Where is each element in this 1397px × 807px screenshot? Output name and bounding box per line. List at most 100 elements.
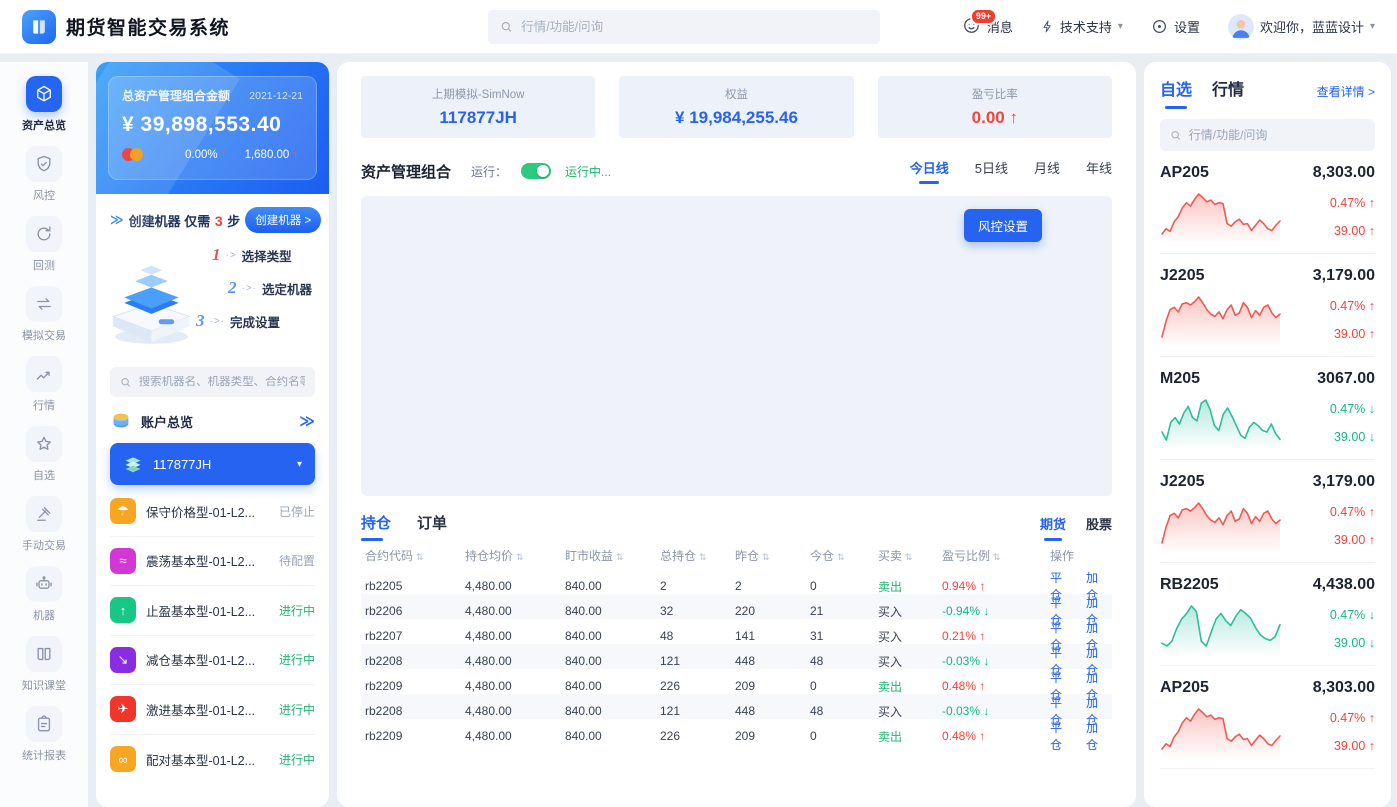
close-position-link[interactable]: 平仓	[1050, 719, 1072, 753]
sidebar-item-reports[interactable]: 统计报表	[22, 706, 66, 763]
column-header[interactable]: 操作⇅	[1050, 547, 1108, 564]
portfolio-area-chart: 12.0011.0010.009.008.007.006.005.0009:00…	[367, 198, 1106, 494]
run-toggle[interactable]	[521, 163, 551, 179]
robot-list-item[interactable]: ≈ 震荡基本型-01-L2... 待配置	[110, 537, 315, 587]
positions-tab[interactable]: 持仓	[361, 512, 391, 541]
message-count-badge: 99+	[970, 8, 997, 25]
watchlist-item[interactable]: J2205 3,179.00 0.47% ↑ 39.00 ↑	[1160, 254, 1375, 357]
sort-icon: ⇅	[699, 552, 707, 562]
column-header[interactable]: 昨仓⇅	[735, 547, 810, 564]
watchlist-item[interactable]: RB2205 4,438.00 0.47% ↓ 39.00 ↓	[1160, 563, 1375, 666]
column-header[interactable]: 盯市收益⇅	[565, 547, 660, 564]
sidebar-item-asset-overview[interactable]: 资产总览	[22, 76, 66, 133]
refresh-icon	[26, 216, 62, 252]
change-percent: 0.47% ↑	[1330, 299, 1375, 313]
table-row: rb2208 4,480.00 840.00 121 448 48 买入 -0.…	[361, 694, 1112, 719]
risk-settings-button[interactable]: 风控设置	[964, 209, 1042, 242]
support-menu[interactable]: 技术支持 ▾	[1041, 17, 1123, 36]
total-asset-amount: ¥ 39,898,553.40	[122, 113, 303, 137]
sidebar-item-quotes[interactable]: 行情	[26, 356, 62, 413]
sidebar-item-backtest[interactable]: 回测	[26, 216, 62, 273]
robot-list-item[interactable]: ☂ 保守价格型-01-L2... 已停止	[110, 487, 315, 537]
table-row: rb2206 4,480.00 840.00 32 220 21 买入 -0.9…	[361, 594, 1112, 619]
account-selector-button[interactable]: 117877JH ▾	[110, 443, 315, 485]
gavel-icon	[26, 496, 62, 532]
quote-search[interactable]	[1160, 119, 1375, 151]
cell-total-position: 32	[660, 604, 735, 618]
cell-mtm-profit: 840.00	[565, 579, 660, 593]
period-tab[interactable]: 年线	[1086, 158, 1112, 184]
column-header[interactable]: 今仓⇅	[810, 547, 878, 564]
watchlist-tab[interactable]: 行情	[1212, 76, 1244, 109]
cell-side: 买入	[878, 653, 942, 670]
cell-pnl-ratio: -0.94% ↓	[942, 604, 1050, 618]
column-header[interactable]: 持仓均价⇅	[465, 547, 565, 564]
quote-search-input[interactable]	[1189, 128, 1365, 142]
robot-list-item[interactable]: ∞ 配对基本型-01-L2... 进行中	[110, 735, 315, 785]
watchlist-panel: 自选行情 查看详情 > AP205 8,303.00 0.47%	[1144, 62, 1391, 807]
column-header[interactable]: 盈亏比例⇅	[942, 547, 1050, 564]
cell-today-position: 0	[810, 679, 878, 693]
robot-name: 止盈基本型-01-L2...	[146, 601, 269, 620]
cell-avg-price: 4,480.00	[465, 679, 565, 693]
column-header[interactable]: 总持仓⇅	[660, 547, 735, 564]
asset-card-date: 2021-12-21	[249, 90, 303, 102]
market-tab[interactable]: 期货	[1040, 514, 1066, 541]
robot-list-item[interactable]: ↑ 止盈基本型-01-L2... 进行中	[110, 586, 315, 636]
create-step: 2 ·>· 选定机器	[228, 278, 312, 298]
robot-search[interactable]	[110, 367, 315, 397]
sidebar-item-sim-trading[interactable]: 模拟交易	[22, 286, 66, 343]
settings-menu[interactable]: 设置	[1151, 17, 1200, 36]
cell-contract-code: rb2206	[365, 604, 465, 618]
column-header[interactable]: 合约代码⇅	[365, 547, 465, 564]
period-tab[interactable]: 月线	[1034, 158, 1060, 184]
cell-actions: 平仓 加仓	[1050, 719, 1108, 753]
total-asset-card: 总资产管理组合金额 2021-12-21 ¥ 39,898,553.40 0.0…	[96, 62, 329, 194]
trend-arrow-icon: ↑	[979, 579, 985, 593]
robot-search-input[interactable]	[139, 376, 305, 388]
column-header[interactable]: 买卖⇅	[878, 547, 942, 564]
sort-icon: ⇅	[616, 552, 624, 562]
period-tab[interactable]: 5日线	[975, 158, 1008, 184]
add-position-link[interactable]: 加仓	[1086, 719, 1108, 753]
global-search-input[interactable]	[521, 20, 868, 34]
global-search[interactable]	[488, 10, 880, 44]
top-bar: 期货智能交易系统 99+ 消息 技术支持 ▾ 设置 欢迎你，蓝蓝设计 ▾	[0, 0, 1397, 54]
watchlist-item[interactable]: AP205 8,303.00 0.47% ↑ 39.00 ↑	[1160, 666, 1375, 769]
watchlist-item[interactable]: M205 3067.00 0.47% ↓ 39.00 ↓	[1160, 357, 1375, 460]
positions-tab[interactable]: 订单	[417, 512, 447, 541]
account-overview-row[interactable]: 账户总览 ≫	[110, 410, 315, 432]
stat-label: 上期模拟-SimNow	[432, 86, 525, 102]
sidebar-item-knowledge[interactable]: 知识课堂	[22, 636, 66, 693]
view-details-link[interactable]: 查看详情 >	[1317, 83, 1375, 109]
create-robot-button[interactable]: 创建机器 >	[245, 207, 321, 233]
watchlist-tab[interactable]: 自选	[1160, 76, 1192, 109]
robot-list-item[interactable]: ✈ 激进基本型-01-L2... 进行中	[110, 685, 315, 735]
robot-list-item[interactable]: ↘ 减仓基本型-01-L2... 进行中	[110, 636, 315, 686]
cell-yesterday-position: 448	[735, 654, 810, 668]
watchlist-item[interactable]: AP205 8,303.00 0.47% ↑ 39.00 ↑	[1160, 151, 1375, 254]
trend-arrow-icon: ↓	[983, 604, 989, 618]
sidebar-item-watchlist[interactable]: 自选	[26, 426, 62, 483]
instrument-symbol: RB2205	[1160, 576, 1219, 594]
expand-double-arrow-icon[interactable]: ≫	[299, 412, 315, 430]
market-tab[interactable]: 股票	[1086, 514, 1112, 541]
sidebar-item-risk-control[interactable]: 风控	[26, 146, 62, 203]
user-menu[interactable]: 欢迎你，蓝蓝设计 ▾	[1228, 14, 1375, 40]
cell-side: 买入	[878, 603, 942, 620]
sparkline-chart	[1160, 703, 1282, 759]
positions-table-header: 合约代码⇅ 持仓均价⇅ 盯市收益⇅ 总持仓⇅ 昨仓⇅ 今仓⇅ 买卖⇅ 盈亏比例⇅…	[361, 541, 1112, 569]
account-overview-label: 账户总览	[141, 412, 193, 431]
brand: 期货智能交易系统	[22, 10, 230, 44]
messages-menu[interactable]: 99+ 消息	[962, 16, 1013, 38]
robot-type-icon: ≈	[110, 548, 136, 574]
trend-arrow-icon: ↑	[1369, 327, 1375, 341]
watchlist-item[interactable]: J2205 3,179.00 0.47% ↑ 39.00 ↑	[1160, 460, 1375, 563]
dotted-arrow-icon: ·>·	[210, 316, 226, 327]
trend-arrow-icon: ↑	[1369, 224, 1375, 238]
sidebar-item-manual-trading[interactable]: 手动交易	[22, 496, 66, 553]
sidebar-item-robots[interactable]: 机器	[26, 566, 62, 623]
search-icon	[500, 20, 513, 34]
watchlist-tab-group: 自选行情	[1160, 76, 1264, 109]
period-tab[interactable]: 今日线	[910, 158, 949, 184]
